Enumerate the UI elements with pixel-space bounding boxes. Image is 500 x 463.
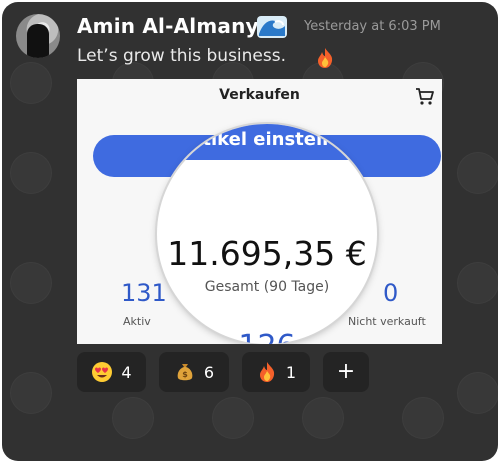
heart-eyes-icon — [92, 362, 113, 382]
watermark-logo — [457, 372, 498, 414]
message-card: Amin Al-Almany Yesterday at 6:03 PM Let’… — [2, 2, 498, 461]
wave-emoji-icon — [257, 16, 287, 38]
sell-title: Verkaufen — [219, 87, 300, 103]
watermark-logo — [10, 372, 52, 414]
watermark-logo — [112, 397, 154, 439]
watermark-logo — [10, 262, 52, 304]
add-reaction-label: + — [336, 359, 356, 384]
watermark-logo — [457, 262, 498, 304]
total-label: Gesamt (90 Tage) — [204, 279, 330, 295]
watermark-logo — [402, 397, 444, 439]
magnified-button-text: rtikel einstelle — [157, 124, 377, 160]
reaction-count: 4 — [121, 362, 132, 382]
watermark-logo — [212, 397, 254, 439]
fire-icon — [259, 362, 275, 382]
reaction-heart-eyes[interactable]: 4 — [77, 352, 146, 392]
avatar[interactable] — [16, 14, 60, 58]
stat-active-label: Aktiv — [123, 315, 151, 328]
cart-icon — [416, 88, 434, 105]
stat-unsold-value: 0 — [383, 279, 399, 307]
watermark-logo — [10, 62, 52, 104]
stat-unsold-label: Nicht verkauft — [348, 315, 426, 328]
fire-icon — [318, 48, 333, 68]
add-reaction-button[interactable]: + — [323, 352, 369, 392]
reaction-fire[interactable]: 1 — [242, 352, 310, 392]
watermark-logo — [10, 152, 52, 194]
money-bag-icon: $ — [177, 364, 193, 381]
magnified-count: 126 — [157, 329, 377, 344]
reaction-count: 6 — [203, 362, 215, 382]
watermark-logo — [302, 397, 344, 439]
svg-text:$: $ — [182, 370, 188, 379]
embedded-screenshot[interactable]: Verkaufen 131 Aktiv 0 Nicht verkauft rti… — [77, 79, 442, 344]
reaction-count: 1 — [285, 362, 297, 382]
timestamp: Yesterday at 6:03 PM — [304, 19, 441, 34]
message-text: Let’s grow this business. — [77, 46, 286, 66]
total-amount: 11.695,35 € — [167, 234, 367, 273]
watermark-logo — [457, 152, 498, 194]
reaction-money-bag[interactable]: $ 6 — [159, 352, 229, 392]
author-name[interactable]: Amin Al-Almany — [77, 14, 259, 38]
magnifier-lens: rtikel einstelle 11.695,35 € Gesamt (90 … — [157, 124, 377, 344]
